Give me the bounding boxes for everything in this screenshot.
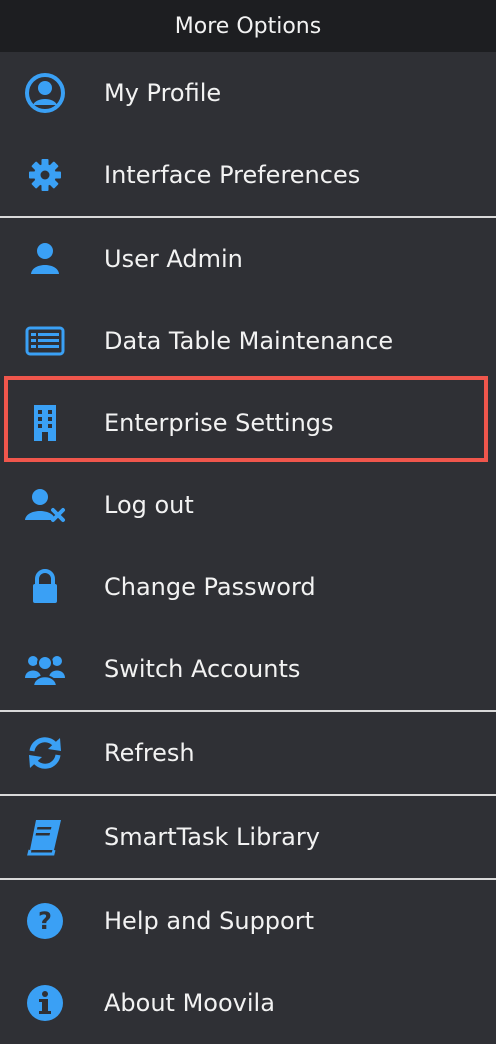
menu-item-switch-accounts[interactable]: Switch Accounts: [0, 628, 496, 710]
building-icon: [24, 402, 66, 444]
menu-item-help-and-support[interactable]: ? Help and Support: [0, 880, 496, 962]
menu-title: More Options: [174, 13, 322, 39]
menu-item-refresh[interactable]: Refresh: [0, 712, 496, 794]
menu-item-label: SmartTask Library: [104, 823, 320, 851]
menu-item-log-out[interactable]: Log out: [0, 464, 496, 546]
menu-item-label: User Admin: [104, 245, 243, 273]
menu-item-label: Refresh: [104, 739, 195, 767]
user-icon: [24, 238, 66, 280]
menu-item-label: Enterprise Settings: [104, 409, 334, 437]
menu-item-my-profile[interactable]: My Profile: [0, 52, 496, 134]
table-icon: [24, 320, 66, 362]
book-icon: [24, 816, 66, 858]
more-options-menu: More Options My Profile Interface Prefer…: [0, 0, 496, 1030]
menu-item-interface-preferences[interactable]: Interface Preferences: [0, 134, 496, 216]
menu-item-change-password[interactable]: Change Password: [0, 546, 496, 628]
refresh-icon: [24, 732, 66, 774]
gear-icon: [24, 154, 66, 196]
menu-item-about-moovila[interactable]: About Moovila: [0, 962, 496, 1044]
users-icon: [24, 648, 66, 690]
user-remove-icon: [24, 484, 66, 526]
user-circle-icon: [24, 72, 66, 114]
menu-item-label: Log out: [104, 491, 194, 519]
menu-item-data-table-maintenance[interactable]: Data Table Maintenance: [0, 300, 496, 382]
info-circle-icon: [24, 982, 66, 1024]
lock-icon: [24, 566, 66, 608]
menu-item-enterprise-settings[interactable]: Enterprise Settings: [0, 382, 496, 464]
menu-item-label: Interface Preferences: [104, 161, 361, 189]
question-circle-icon: ?: [24, 900, 66, 942]
menu-item-label: Data Table Maintenance: [104, 327, 394, 355]
svg-text:?: ?: [38, 907, 52, 935]
menu-item-smarttask-library[interactable]: SmartTask Library: [0, 796, 496, 878]
menu-item-label: About Moovila: [104, 989, 275, 1017]
menu-item-label: My Profile: [104, 79, 222, 107]
menu-item-user-admin[interactable]: User Admin: [0, 218, 496, 300]
menu-header: More Options: [0, 0, 496, 52]
menu-item-label: Change Password: [104, 573, 316, 601]
menu-item-label: Switch Accounts: [104, 655, 301, 683]
menu-item-label: Help and Support: [104, 907, 314, 935]
